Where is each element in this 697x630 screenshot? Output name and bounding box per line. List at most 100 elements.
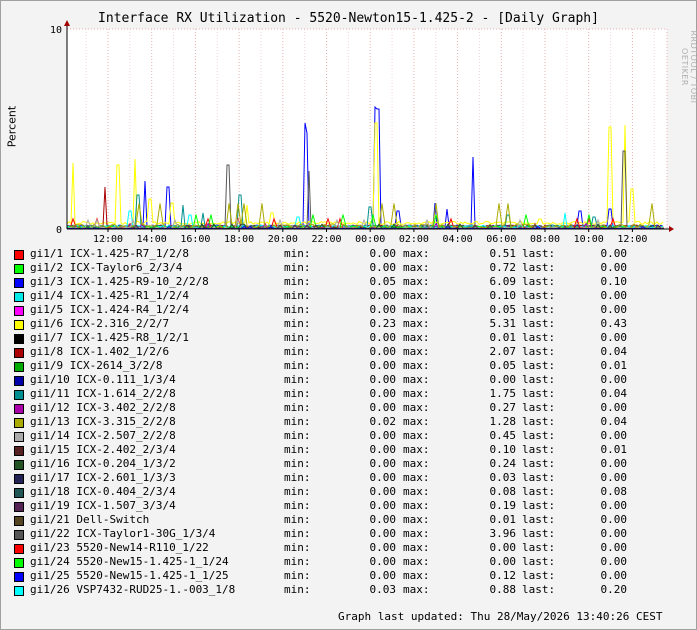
legend-series-name: gi1/17 ICX-2.601_1/3/3	[30, 471, 176, 484]
y-tick-label: 10	[50, 25, 62, 36]
legend-min-value: 0.00	[369, 303, 397, 316]
legend-min-label: min:	[284, 261, 311, 274]
legend-last-value: 0.00	[600, 555, 628, 568]
legend-series-name: gi1/4 ICX-1.425-R1_1/2/4	[30, 289, 189, 302]
legend-max-value: 0.24	[489, 457, 517, 470]
legend-min-value: 0.00	[369, 387, 397, 400]
legend-max-value: 0.05	[489, 303, 517, 316]
legend-swatch	[14, 446, 24, 456]
legend-min-label: min:	[284, 415, 311, 428]
legend-max-value: 3.96	[489, 527, 517, 540]
legend-min-value: 0.00	[369, 345, 397, 358]
x-tick-label: 02:00	[399, 234, 429, 245]
legend-min-label: min:	[284, 373, 311, 386]
legend-last-label: last:	[522, 513, 556, 526]
legend-min-value: 0.00	[369, 401, 397, 414]
legend-min-value: 0.00	[369, 499, 397, 512]
legend-max-value: 1.75	[489, 387, 517, 400]
legend-last-label: last:	[522, 247, 556, 260]
legend-min-label: min:	[284, 275, 311, 288]
legend-last-label: last:	[522, 471, 556, 484]
legend-last-value: 0.00	[600, 499, 628, 512]
legend-min-value: 0.02	[369, 415, 397, 428]
legend-series-name: gi1/22 ICX-Taylor1-30G_1/3/4	[30, 527, 216, 540]
legend-last-label: last:	[522, 401, 556, 414]
legend-max-label: max:	[403, 513, 430, 526]
legend-last-value: 0.04	[600, 387, 628, 400]
legend-min-label: min:	[284, 331, 311, 344]
legend-last-label: last:	[522, 289, 556, 302]
legend-max-value: 0.03	[489, 471, 517, 484]
legend-min-label: min:	[284, 429, 311, 442]
legend-max-value: 1.28	[489, 415, 517, 428]
legend-last-label: last:	[522, 303, 556, 316]
legend-min-label: min:	[284, 247, 311, 260]
legend-min-value: 0.00	[369, 471, 397, 484]
x-tick-label: 18:00	[224, 234, 254, 245]
legend-max-value: 0.45	[489, 429, 517, 442]
legend-last-label: last:	[522, 261, 556, 274]
legend-min-label: min:	[284, 317, 311, 330]
legend-swatch	[14, 362, 24, 372]
legend-min-value: 0.00	[369, 261, 397, 274]
legend-max-label: max:	[403, 471, 430, 484]
legend-last-label: last:	[522, 569, 556, 582]
legend-max-label: max:	[403, 373, 430, 386]
legend-swatch	[14, 320, 24, 330]
y-tick-label: 0	[56, 225, 62, 236]
legend-max-label: max:	[403, 429, 430, 442]
legend-last-value: 0.00	[600, 331, 628, 344]
legend-max-label: max:	[403, 569, 430, 582]
legend-min-label: min:	[284, 527, 311, 540]
legend-swatch	[14, 250, 24, 260]
legend-last-label: last:	[522, 583, 556, 596]
legend-max-value: 0.12	[489, 569, 517, 582]
legend-swatch	[14, 348, 24, 358]
chart-plot: 0 10 12:00 14:00 16:00 18:00 20:00 22:00 00:00 02…	[50, 20, 674, 245]
legend-last-label: last:	[522, 527, 556, 540]
legend-max-label: max:	[403, 345, 430, 358]
legend-series-name: gi1/26 VSP7432-RUD25-1.-003_1/8	[30, 583, 236, 596]
legend-max-label: max:	[403, 331, 430, 344]
legend-swatch	[14, 264, 24, 274]
legend-swatch	[14, 530, 24, 540]
legend-series-name: gi1/14 ICX-2.507_2/2/8	[30, 429, 176, 442]
legend-series-name: gi1/11 ICX-1.614_2/2/8	[30, 387, 176, 400]
legend-series-name: gi1/3 ICX-1.425-R9-10_2/2/8	[30, 275, 209, 288]
legend-min-label: min:	[284, 457, 311, 470]
legend-min-value: 0.05	[369, 275, 397, 288]
x-tick-label: 10:00	[574, 234, 604, 245]
legend-min-label: min:	[284, 569, 311, 582]
legend-max-value: 2.07	[489, 345, 517, 358]
legend-swatch	[14, 488, 24, 498]
last-updated-text: Graph last updated: Thu 28/May/2026 13:4…	[338, 610, 663, 623]
legend-swatch	[14, 418, 24, 428]
legend-max-value: 0.05	[489, 359, 517, 372]
legend-series-name: gi1/18 ICX-0.404_2/3/4	[30, 485, 176, 498]
legend-series-name: gi1/13 ICX-3.315_2/2/8	[30, 415, 176, 428]
legend-series-name: gi1/25 5520-New15-1.425-1_1/25	[30, 569, 229, 582]
legend-last-label: last:	[522, 457, 556, 470]
legend-max-label: max:	[403, 387, 430, 400]
legend-min-label: min:	[284, 471, 311, 484]
legend-max-label: max:	[403, 289, 430, 302]
legend-last-value: 0.04	[600, 415, 628, 428]
legend-last-value: 0.00	[600, 401, 628, 414]
legend-max-label: max:	[403, 527, 430, 540]
legend-min-value: 0.00	[369, 359, 397, 372]
legend-series-name: gi1/9 ICX-2614_3/2/8	[30, 359, 163, 372]
legend-series-name: gi1/6 ICX-2.316_2/2/7	[30, 317, 170, 330]
legend-max-label: max:	[403, 247, 430, 260]
legend-swatch	[14, 460, 24, 470]
x-tick-label: 12:00	[617, 234, 647, 245]
legend-max-label: max:	[403, 541, 430, 554]
legend-swatch	[14, 404, 24, 414]
legend-last-value: 0.00	[600, 457, 628, 470]
legend-max-label: max:	[403, 303, 430, 316]
legend-swatch	[14, 390, 24, 400]
legend-last-label: last:	[522, 345, 556, 358]
legend-last-value: 0.20	[600, 583, 628, 596]
legend-max-value: 0.00	[489, 373, 517, 386]
legend-min-value: 0.23	[369, 317, 397, 330]
legend-min-label: min:	[284, 345, 311, 358]
